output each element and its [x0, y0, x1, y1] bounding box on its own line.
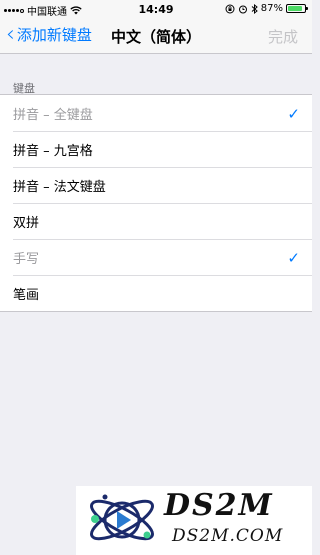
keyboard-option[interactable]: 笔画 [0, 275, 312, 311]
checkmark-icon: ✓ [287, 105, 300, 123]
keyboard-option[interactable]: 拼音 – 九宫格 [0, 131, 312, 167]
keyboard-option-label: 拼音 – 全键盘 [13, 107, 93, 123]
back-button[interactable]: ‹ 添加新键盘 [6, 21, 92, 47]
watermark: DS2M DS2M.COM [76, 486, 312, 555]
battery-icon [286, 4, 308, 13]
keyboard-option[interactable]: 双拼 [0, 203, 312, 239]
alarm-icon [238, 5, 247, 13]
navigation-bar: ‹ 添加新键盘 中文（简体） 完成 [0, 18, 312, 54]
status-bar: 中国联通 14:49 87% [0, 0, 312, 18]
battery-fill [288, 6, 302, 11]
watermark-title: DS2M [164, 488, 274, 523]
keyboard-list: 拼音 – 全键盘 ✓ 拼音 – 九宫格 拼音 – 法文键盘 双拼手写 ✓ 笔画 [0, 94, 312, 312]
bluetooth-icon [251, 3, 258, 14]
atom-logo-icon [90, 494, 154, 541]
chevron-left-icon: ‹ [6, 21, 15, 47]
keyboard-option[interactable]: 拼音 – 全键盘 ✓ [0, 95, 312, 131]
lock-rotation-icon [225, 4, 235, 13]
keyboard-option[interactable]: 拼音 – 法文键盘 [0, 167, 312, 203]
keyboard-option-label: 拼音 – 九宫格 [13, 143, 93, 159]
back-button-label: 添加新键盘 [16, 26, 92, 44]
done-button[interactable]: 完成 [268, 26, 298, 47]
checkmark-icon: ✓ [287, 249, 300, 267]
keyboard-option-label: 拼音 – 法文键盘 [13, 179, 106, 195]
keyboard-option-label: 双拼 [13, 215, 40, 231]
keyboard-option-label: 笔画 [13, 287, 40, 303]
watermark-subtitle: DS2M.COM [172, 526, 284, 546]
keyboard-option-label: 手写 [13, 251, 40, 267]
status-right: 87% [225, 3, 308, 14]
battery-percent: 87% [260, 3, 283, 14]
keyboard-option[interactable]: 手写 ✓ [0, 239, 312, 275]
